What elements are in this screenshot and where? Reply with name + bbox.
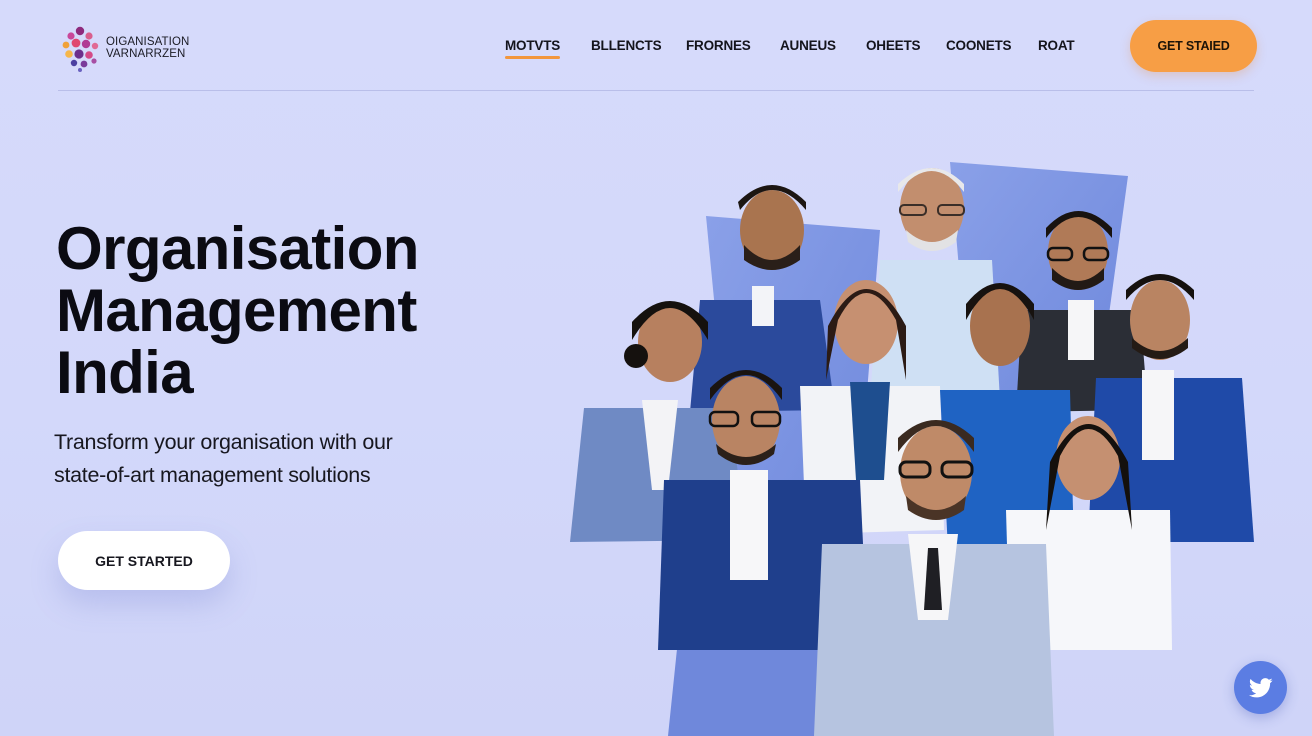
brand-name-line1: OIGANISATION <box>106 36 190 48</box>
twitter-button[interactable] <box>1234 661 1287 714</box>
hero-get-started-button[interactable]: GET STARTED <box>58 531 230 590</box>
hero-title-line1: Organisation <box>56 215 419 282</box>
logo-molecule-icon <box>62 26 99 72</box>
hero-subtitle: Transform your organisation with our sta… <box>54 426 474 492</box>
brand-name: OIGANISATION VARNARRZEN <box>106 36 189 60</box>
hero-title: Organisation Management India <box>56 218 516 404</box>
nav-item-3[interactable]: FRORNES <box>686 38 751 53</box>
header-get-started-button[interactable]: GET STAIED <box>1130 20 1257 72</box>
nav-item-6[interactable]: COONETS <box>946 38 1012 53</box>
hero-title-line2: Management <box>56 277 417 344</box>
nav-item-5[interactable]: OHEETS <box>866 38 921 53</box>
twitter-icon <box>1248 677 1273 697</box>
header-divider <box>58 90 1254 91</box>
nav-item-7[interactable]: ROAT <box>1038 38 1075 53</box>
hero-subtitle-line2: state-of-art management solutions <box>54 463 371 487</box>
team-photo <box>570 162 1254 736</box>
nav-item-2[interactable]: BLLENCTS <box>591 38 662 53</box>
hero-title-line3: India <box>56 339 194 406</box>
nav-item-4[interactable]: AUNEUS <box>780 38 836 53</box>
nav-item-1[interactable]: MOTVTS <box>505 38 560 59</box>
hero-subtitle-line1: Transform your organisation with our <box>54 430 393 454</box>
brand-logo[interactable]: OIGANISATION VARNARRZEN <box>58 24 198 74</box>
brand-name-line2: VARNARRZEN <box>106 48 186 60</box>
site-header: OIGANISATION VARNARRZEN MOTVTS BLLENCTS … <box>0 0 1312 92</box>
